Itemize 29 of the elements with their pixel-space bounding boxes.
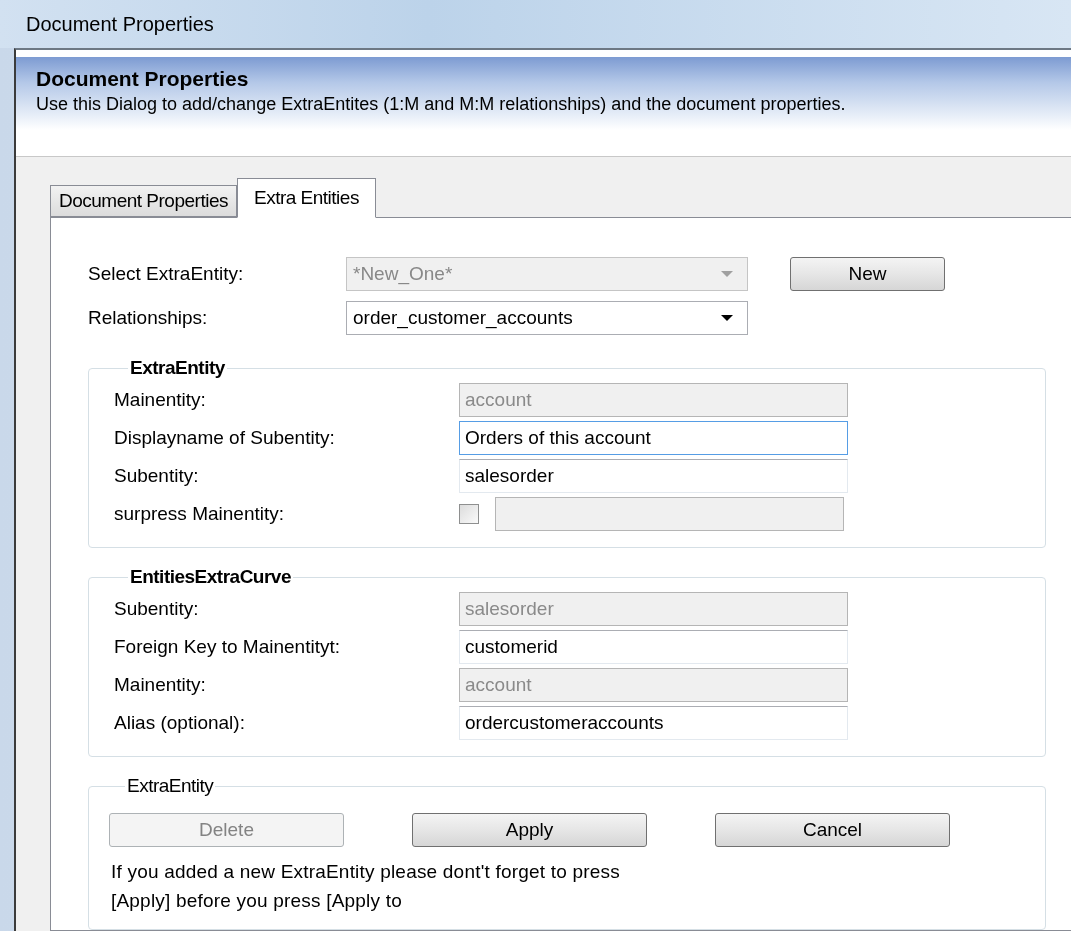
action-button[interactable]: Apply [412, 813, 647, 847]
tab[interactable]: Extra Entities [236, 178, 376, 218]
group-title: ExtraEntity [129, 357, 226, 379]
new-button[interactable]: New [790, 257, 945, 291]
field-label: surpress Mainentity: [114, 503, 285, 525]
window-title: Document Properties [26, 12, 214, 36]
field-label: Mainentity: [114, 674, 207, 696]
field-label: Subentity: [114, 465, 200, 487]
text-field[interactable]: customerid [459, 630, 848, 664]
dialog-heading: Document Properties [36, 67, 250, 91]
field-label: Subentity: [114, 598, 200, 620]
field-label: Select ExtraEntity: [88, 263, 245, 285]
text-field[interactable]: ordercustomeraccounts [459, 706, 848, 740]
action-button[interactable]: Cancel [715, 813, 950, 847]
field-label: Foreign Key to Mainentityt: [114, 636, 341, 658]
tab[interactable]: Document Properties [50, 185, 237, 217]
text-field[interactable]: Orders of this account [459, 421, 848, 455]
field-label: Displayname of Subentity: [114, 427, 336, 449]
field-label: Alias (optional): [114, 712, 246, 734]
caret-icon [721, 270, 733, 278]
group-title: EntitiesExtraCurve [129, 566, 292, 588]
dropdown-field[interactable]: order_customer_accounts [346, 301, 748, 335]
field-label: Relationships: [88, 307, 209, 329]
dialog-description: Use this Dialog to add/change ExtraEntites (1:M and M:M relationships) and the document properties. [36, 94, 847, 115]
text-field[interactable]: salesorder [459, 459, 848, 493]
group-title: ExtraEntity [126, 775, 215, 797]
caret-icon [721, 314, 733, 322]
field-label: Mainentity: [114, 389, 207, 411]
reminder-note: If you added a new ExtraEntity please dont't forget to press [Apply] before you press [Apply to [111, 860, 621, 913]
